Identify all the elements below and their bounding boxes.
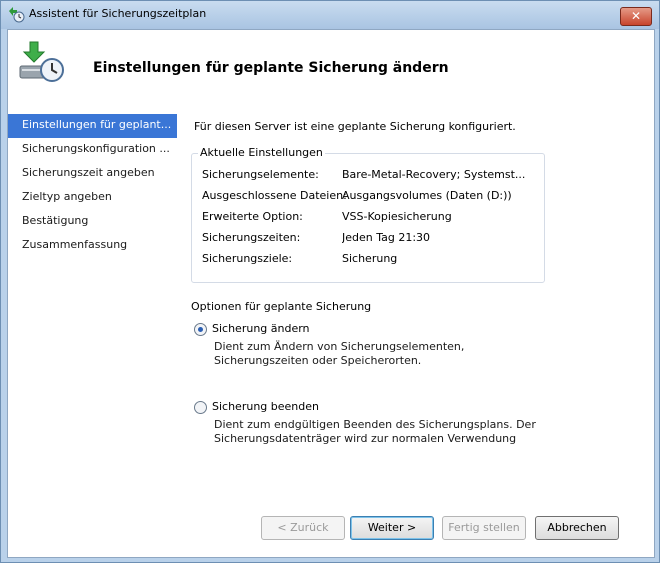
backup-wizard-icon bbox=[19, 41, 64, 82]
step-zusammenfassung[interactable]: Zusammenfassung bbox=[8, 234, 178, 258]
step-zieltyp[interactable]: Zieltyp angeben bbox=[8, 186, 178, 210]
options-title: Optionen für geplante Sicherung bbox=[191, 300, 372, 313]
client-area: Einstellungen für geplante Sicherung änd… bbox=[7, 29, 655, 558]
page-title: Einstellungen für geplante Sicherung änd… bbox=[93, 60, 449, 76]
radio-unselected-icon[interactable] bbox=[194, 401, 207, 414]
settings-value: Ausgangsvolumes (Daten (D:)) bbox=[342, 189, 512, 202]
group-legend: Aktuelle Einstellungen bbox=[198, 146, 325, 159]
close-button[interactable]: ✕ bbox=[620, 7, 652, 26]
settings-key: Sicherungsziele: bbox=[202, 252, 293, 265]
step-einstellungen[interactable]: Einstellungen für geplant... bbox=[8, 114, 177, 138]
settings-key: Sicherungszeiten: bbox=[202, 231, 301, 244]
button-bar: < Zurück Weiter > Fertig stellen Abbrech… bbox=[8, 516, 654, 546]
option-label[interactable]: Sicherung beenden bbox=[212, 400, 319, 413]
settings-key: Ausgeschlossene Dateien: bbox=[202, 189, 347, 202]
settings-value: Bare-Metal-Recovery; Systemst... bbox=[342, 168, 526, 181]
window-title: Assistent für Sicherungszeitplan bbox=[29, 7, 207, 20]
settings-value: VSS-Kopiesicherung bbox=[342, 210, 452, 223]
option-clip-region: Sicherung beenden Dient zum endgültigen … bbox=[194, 400, 634, 456]
option-label[interactable]: Sicherung ändern bbox=[212, 322, 310, 335]
wizard-window: Assistent für Sicherungszeitplan ✕ Einst… bbox=[0, 0, 660, 563]
settings-key: Erweiterte Option: bbox=[202, 210, 303, 223]
backup-schedule-icon bbox=[9, 7, 25, 23]
next-button[interactable]: Weiter > bbox=[350, 516, 434, 540]
title-bar[interactable]: Assistent für Sicherungszeitplan ✕ bbox=[1, 1, 659, 29]
cancel-button[interactable]: Abbrechen bbox=[535, 516, 619, 540]
step-sicherungskonfiguration[interactable]: Sicherungskonfiguration ... bbox=[8, 138, 178, 162]
current-settings-group: Aktuelle Einstellungen Sicherungselement… bbox=[191, 146, 545, 283]
back-button[interactable]: < Zurück bbox=[261, 516, 345, 540]
settings-value: Jeden Tag 21:30 bbox=[342, 231, 431, 244]
finish-button[interactable]: Fertig stellen bbox=[442, 516, 526, 540]
wizard-steps: Einstellungen für geplant... Sicherungsk… bbox=[8, 114, 178, 258]
option-description: Dient zum endgültigen Beenden des Sicher… bbox=[214, 418, 536, 445]
intro-text: Für diesen Server ist eine geplante Sich… bbox=[194, 120, 516, 133]
option-description: Dient zum Ändern von Sicherungselementen… bbox=[214, 340, 465, 367]
step-sicherungszeit[interactable]: Sicherungszeit angeben bbox=[8, 162, 178, 186]
radio-selected-icon[interactable] bbox=[194, 323, 207, 336]
wizard-header: Einstellungen für geplante Sicherung änd… bbox=[8, 30, 654, 102]
settings-value: Sicherung bbox=[342, 252, 398, 265]
settings-key: Sicherungselemente: bbox=[202, 168, 319, 181]
step-bestaetigung[interactable]: Bestätigung bbox=[8, 210, 178, 234]
close-icon: ✕ bbox=[630, 9, 642, 23]
